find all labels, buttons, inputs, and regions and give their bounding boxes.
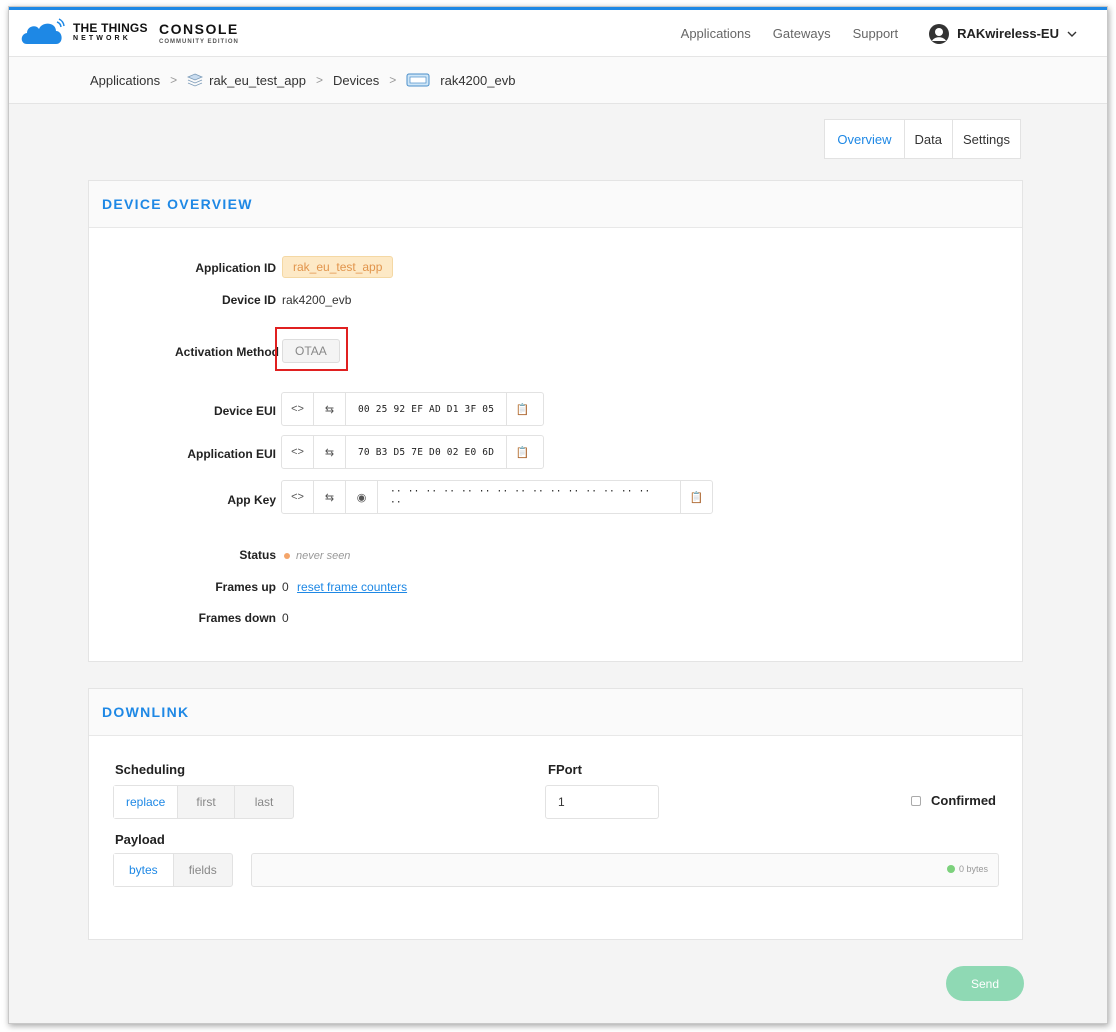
application-eui-field: <> ⇆ 70 B3 D5 7E D0 02 E0 6D 📋 xyxy=(281,435,544,469)
logo-edition: COMMUNITY EDITION xyxy=(159,39,239,45)
app-key-value: ·· ·· ·· ·· ·· ·· ·· ·· ·· ·· ·· ·· ·· ·… xyxy=(390,486,651,508)
chevron-right-icon: > xyxy=(170,73,178,87)
activation-method-label: Activation Method xyxy=(175,345,279,359)
console-window: THE THINGS NETWORK CONSOLE COMMUNITY EDI… xyxy=(8,6,1108,1024)
toggle-format-icon[interactable]: <> xyxy=(282,393,314,425)
status-dot-icon xyxy=(284,552,290,559)
app-key-field: <> ⇆ ◉ ·· ·· ·· ·· ·· ·· ·· ·· ·· ·· ·· … xyxy=(281,480,713,514)
clipboard-icon[interactable]: 📋 xyxy=(506,436,538,468)
confirmed-label: Confirmed xyxy=(931,793,996,808)
toggle-format-icon[interactable]: <> xyxy=(282,481,314,513)
top-nav: Applications Gateways Support RAKwireles… xyxy=(659,10,1085,57)
fport-label: FPort xyxy=(548,762,582,777)
status-text: never seen xyxy=(296,550,351,562)
clipboard-icon[interactable]: 📋 xyxy=(680,481,712,513)
breadcrumb-device[interactable]: rak4200_evb xyxy=(406,72,515,88)
scheduling-replace[interactable]: replace xyxy=(114,786,178,818)
clipboard-icon[interactable]: 📋 xyxy=(506,393,538,425)
user-name: RAKwireless-EU xyxy=(957,26,1059,41)
checkbox-icon[interactable] xyxy=(911,795,921,806)
frames-up-label: Frames up xyxy=(215,580,276,594)
downlink-title: DOWNLINK xyxy=(89,689,1022,736)
chevron-right-icon: > xyxy=(389,73,397,87)
fport-input[interactable]: 1 xyxy=(545,785,659,819)
device-id-value: rak4200_evb xyxy=(282,293,352,307)
nav-gateways[interactable]: Gateways xyxy=(773,26,831,41)
logo-console: CONSOLE xyxy=(159,21,239,37)
send-button[interactable]: Send xyxy=(946,966,1024,1001)
tab-data[interactable]: Data xyxy=(903,120,952,158)
breadcrumb-app[interactable]: rak_eu_test_app xyxy=(187,73,306,88)
tab-settings[interactable]: Settings xyxy=(952,120,1020,158)
downlink-panel: DOWNLINK Scheduling replace first last F… xyxy=(88,688,1023,940)
toggle-format-icon[interactable]: <> xyxy=(282,436,314,468)
app-key-label: App Key xyxy=(227,493,276,507)
breadcrumb-device-label: rak4200_evb xyxy=(440,72,516,88)
logo-the-things: THE THINGS xyxy=(73,21,148,35)
chevron-down-icon xyxy=(1067,31,1077,37)
nav-applications[interactable]: Applications xyxy=(681,26,751,41)
scheduling-first[interactable]: first xyxy=(177,786,233,818)
status-label: Status xyxy=(239,548,276,562)
chevron-right-icon: > xyxy=(315,73,323,87)
payload-label: Payload xyxy=(115,832,165,847)
scheduling-label: Scheduling xyxy=(115,762,186,777)
swap-byte-order-icon[interactable]: ⇆ xyxy=(314,436,346,468)
payload-size: 0 bytes xyxy=(958,864,988,874)
application-id-label: Application ID xyxy=(195,261,276,275)
breadcrumb-applications[interactable]: Applications xyxy=(90,73,160,88)
payload-fields[interactable]: fields xyxy=(172,854,232,886)
logo-network: NETWORK xyxy=(73,35,131,42)
device-tabs: Overview Data Settings xyxy=(824,119,1021,159)
application-stack-icon xyxy=(187,73,204,87)
check-icon xyxy=(946,865,955,873)
device-overview-title: DEVICE OVERVIEW xyxy=(89,181,1022,228)
tab-overview[interactable]: Overview xyxy=(825,120,903,158)
ttn-logo[interactable]: THE THINGS NETWORK xyxy=(19,18,148,46)
device-id-label: Device ID xyxy=(221,293,276,307)
frames-down-value: 0 xyxy=(282,611,289,625)
confirmed-checkbox[interactable]: Confirmed xyxy=(911,793,996,808)
payload-input[interactable]: 0 bytes xyxy=(251,853,999,887)
frames-up-value: 0 xyxy=(282,580,289,594)
application-eui-label: Application EUI xyxy=(187,447,276,461)
swap-byte-order-icon[interactable]: ⇆ xyxy=(314,481,346,513)
device-eui-label: Device EUI xyxy=(213,404,276,418)
device-icon xyxy=(406,73,430,87)
user-menu[interactable]: RAKwireless-EU xyxy=(928,23,1085,45)
eye-icon[interactable]: ◉ xyxy=(346,481,378,513)
device-eui-field: <> ⇆ 00 25 92 EF AD D1 3F 05 📋 xyxy=(281,392,544,426)
payload-bytes[interactable]: bytes xyxy=(114,854,173,886)
application-eui-value: 70 B3 D5 7E D0 02 E0 6D xyxy=(358,446,495,458)
payload-mode-selector: bytes fields xyxy=(113,853,233,887)
breadcrumb: Applications > rak_eu_test_app > Devices… xyxy=(9,57,1107,104)
frames-up: 0 reset frame counters xyxy=(282,580,407,594)
swap-byte-order-icon[interactable]: ⇆ xyxy=(314,393,346,425)
device-overview-panel: DEVICE OVERVIEW Application ID rak_eu_te… xyxy=(88,180,1023,662)
user-avatar-icon xyxy=(929,23,950,44)
status-value: never seen xyxy=(282,548,350,562)
nav-support[interactable]: Support xyxy=(853,26,899,41)
top-bar: THE THINGS NETWORK CONSOLE COMMUNITY EDI… xyxy=(9,7,1107,57)
highlight-box xyxy=(275,327,348,371)
scheduling-selector: replace first last xyxy=(113,785,295,819)
breadcrumb-devices[interactable]: Devices xyxy=(333,73,379,88)
reset-frame-counters-link[interactable]: reset frame counters xyxy=(297,580,407,594)
application-id-tag[interactable]: rak_eu_test_app xyxy=(282,256,394,278)
device-eui-value: 00 25 92 EF AD D1 3F 05 xyxy=(358,403,495,415)
breadcrumb-app-label: rak_eu_test_app xyxy=(209,72,306,88)
frames-down-label: Frames down xyxy=(198,611,276,625)
scheduling-last[interactable]: last xyxy=(233,786,294,818)
payload-size-indicator: 0 bytes xyxy=(946,864,988,874)
cloud-logo-icon xyxy=(21,18,65,44)
